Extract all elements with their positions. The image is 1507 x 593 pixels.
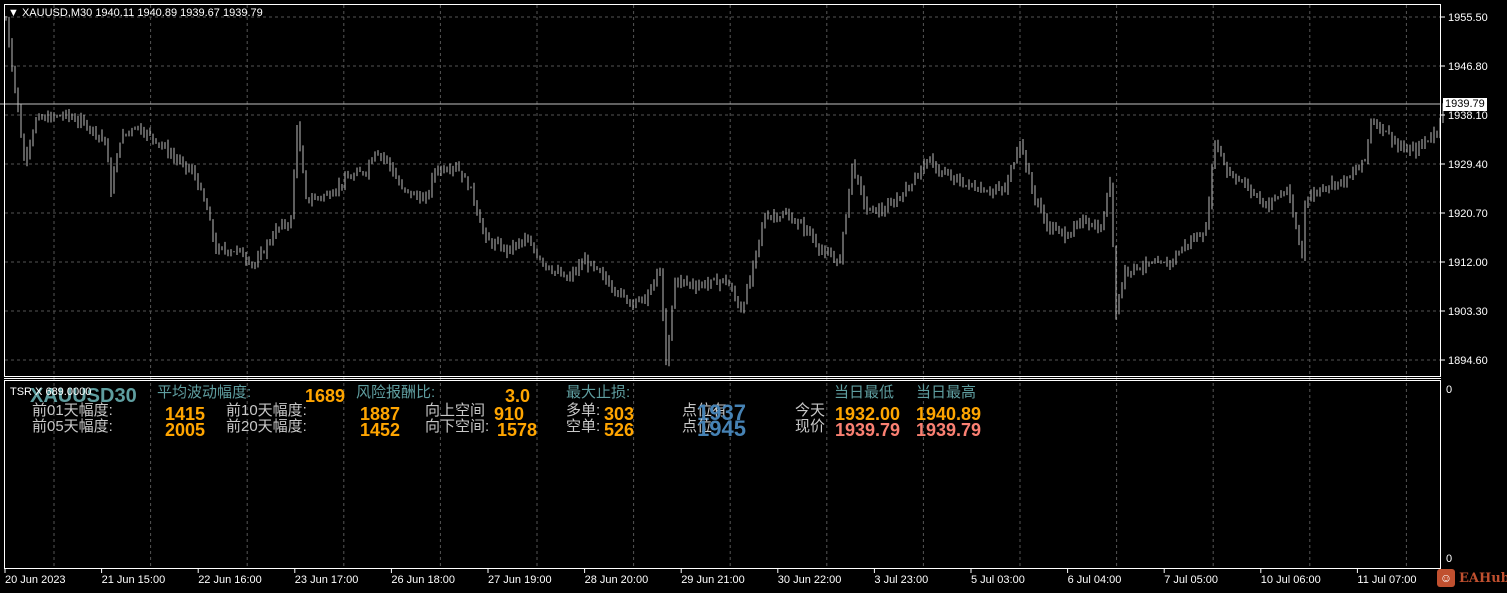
time-tick-label: 11 Jul 07:00 [1357, 574, 1416, 586]
chart-canvas[interactable]: 1955.50 1946.80 1938.10 1929.40 1920.70 1912.… [0, 0, 1507, 593]
price-label: 现价 [795, 418, 826, 435]
indicator-axis-bottom: 0 [1446, 553, 1453, 565]
rr-label: 风险报酬比: [356, 384, 436, 401]
time-tick-label: 27 Jun 19:00 [488, 574, 552, 586]
time-tick-label: 29 Jun 21:00 [681, 574, 745, 586]
price-tick-label: 1946.80 [1448, 61, 1488, 73]
price-series [5, 16, 1444, 367]
avg-range-label: 平均波动幅度: [157, 384, 252, 401]
indicator-short-name: TSR X 689.0000 [10, 386, 92, 398]
price-tick-label: 1894.60 [1448, 355, 1488, 367]
chart-header: ▼ XAUUSD,M30 1940.11 1940.89 1939.67 193… [8, 8, 263, 19]
long-label: 多单: [566, 402, 601, 419]
time-axis[interactable]: 20 Jun 2023 21 Jun 15:00 22 Jun 16:00 23 Ju… [4, 569, 1417, 586]
watermark-text: EAHub [1459, 570, 1507, 586]
short-value: 526 [604, 420, 635, 440]
low-value: 1939.67 [180, 7, 220, 19]
up-label: 向上空间 [425, 402, 486, 419]
robot-icon: ☺ [1437, 569, 1455, 587]
down-label: 向下空间: [425, 418, 490, 435]
time-tick-label: 3 Jul 23:00 [874, 574, 928, 586]
time-tick-label: 23 Jun 17:00 [295, 574, 359, 586]
day-low-label: 当日最低 [834, 384, 895, 401]
pt2-value: 1945 [697, 416, 746, 441]
day-high-label: 当日最高 [916, 384, 977, 401]
d5-value: 2005 [165, 420, 206, 440]
price-value-a: 1939.79 [835, 420, 901, 440]
time-tick-label: 7 Jul 05:00 [1164, 574, 1218, 586]
d5-label: 前05天幅度: [32, 418, 113, 435]
down-value: 1578 [497, 420, 538, 440]
d20-label: 前20天幅度: [226, 418, 307, 435]
price-axis[interactable]: 1955.50 1946.80 1938.10 1929.40 1920.70 1912.… [1441, 12, 1488, 367]
time-tick-label: 5 Jul 03:00 [971, 574, 1025, 586]
current-price-tag: 1939.79 [1443, 98, 1487, 111]
price-tick-label: 1920.70 [1448, 208, 1488, 220]
price-value-b: 1939.79 [916, 420, 982, 440]
rr-value: 3.0 [505, 386, 531, 406]
time-tick-label: 22 Jun 16:00 [198, 574, 262, 586]
today-label: 今天 [795, 402, 826, 419]
time-tick-label: 10 Jul 06:00 [1261, 574, 1321, 586]
high-value: 1940.89 [137, 7, 178, 19]
time-tick-label: 21 Jun 15:00 [102, 574, 166, 586]
indicator-axis-top: 0 [1446, 384, 1453, 396]
symbol-label: XAUUSD,M30 [21, 7, 93, 19]
price-tick-label: 1903.30 [1448, 306, 1488, 318]
time-tick-label: 26 Jun 18:00 [391, 574, 455, 586]
time-tick-label: 6 Jul 04:00 [1068, 574, 1122, 586]
price-tick-label: 1938.10 [1448, 110, 1488, 122]
main-chart-border [4, 4, 1441, 377]
grid [5, 5, 1440, 568]
d20-value: 1452 [360, 420, 401, 440]
d1-label: 前01天幅度: [32, 402, 113, 419]
price-tick-label: 1929.40 [1448, 159, 1488, 171]
time-tick-label: 28 Jun 20:00 [585, 574, 649, 586]
d10-label: 前10天幅度: [226, 402, 307, 419]
max-sl-label: 最大止损: [566, 384, 631, 401]
time-tick-label: 30 Jun 22:00 [778, 574, 842, 586]
menu-triangle-icon[interactable]: ▼ [8, 7, 19, 19]
short-label: 空单: [566, 418, 601, 435]
time-tick-label: 20 Jun 2023 [5, 574, 66, 586]
price-tick-label: 1955.50 [1448, 12, 1488, 24]
eahub-logo: ☺ EAHub [1437, 569, 1507, 587]
price-tick-label: 1912.00 [1448, 257, 1488, 269]
avg-range-value: 1689 [305, 386, 346, 406]
open-value: 1940.11 [95, 7, 135, 19]
close-value: 1939.79 [222, 7, 263, 19]
